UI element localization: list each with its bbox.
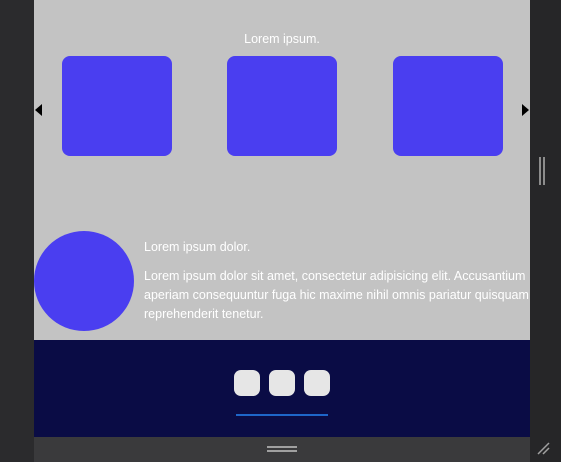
left-gutter — [0, 0, 34, 462]
horizontal-resize-bar[interactable] — [34, 437, 530, 462]
avatar — [34, 231, 134, 331]
corner-resize-handle[interactable] — [530, 437, 561, 462]
footer-dot-button[interactable] — [234, 370, 260, 396]
triangle-left-icon[interactable] — [35, 104, 42, 116]
content-area: Lorem ipsum. Lorem ipsum dolor. Lorem ip… — [34, 0, 530, 340]
footer-underline — [236, 414, 328, 416]
corner-resize-icon — [537, 442, 550, 455]
carousel-tile[interactable] — [227, 56, 337, 156]
carousel-tile[interactable] — [393, 56, 503, 156]
carousel-tile[interactable] — [62, 56, 172, 156]
horizontal-resize-grip-icon[interactable] — [267, 446, 297, 452]
carousel-caption: Lorem ipsum. — [244, 32, 320, 46]
preview-frame: Lorem ipsum. Lorem ipsum dolor. Lorem ip… — [0, 0, 561, 462]
vertical-resize-bar[interactable] — [530, 0, 561, 437]
profile-title: Lorem ipsum dolor. — [144, 240, 251, 254]
profile-text: Lorem ipsum dolor sit amet, consectetur … — [144, 269, 529, 321]
footer-dot-button[interactable] — [269, 370, 295, 396]
bottom-left-gutter — [0, 437, 34, 462]
footer-dot-button[interactable] — [304, 370, 330, 396]
vertical-resize-grip-icon[interactable] — [539, 157, 545, 185]
triangle-right-icon[interactable] — [522, 104, 529, 116]
preview-viewport: Lorem ipsum. Lorem ipsum dolor. Lorem ip… — [34, 0, 530, 437]
footer — [34, 340, 530, 437]
